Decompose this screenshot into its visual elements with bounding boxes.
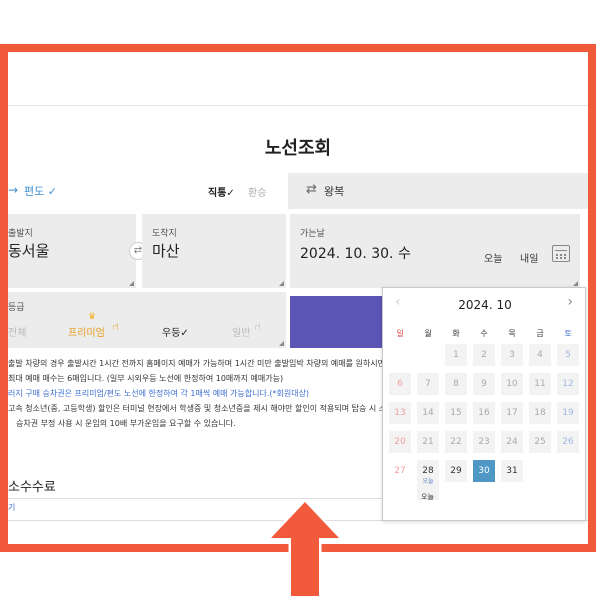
notice-item: 러지 구매 승차권은 프리미엄/편도 노선에 한정하여 각 1매씩 예매 가능합… — [8, 389, 310, 398]
calendar-day: 9 — [473, 373, 495, 395]
grade-field: 등급 전체 ♛ 프리미엄 ⑁ 우등✓ 일반 ⑁ — [8, 292, 286, 348]
search-button[interactable] — [290, 296, 388, 348]
calendar-popup: ‹ 2024. 10 › 일 월 화 수 목 금 토 1 2 3 4 5 6 7 8 9 10 11 12 13 14 1… — [382, 287, 586, 521]
calendar-day: 19 — [557, 402, 579, 424]
swap-icon: ⇄ — [133, 245, 143, 256]
corner-mark-icon — [129, 281, 134, 286]
arrow-right-icon: → — [8, 183, 19, 197]
notice-item: 출발 차량의 경우 출발시간 1시간 전까지 홈페이지 예매가 가능하며 1시간… — [8, 359, 388, 368]
calendar-day: 6 — [389, 373, 411, 395]
weekday-header: 월 — [424, 329, 432, 338]
date-field[interactable]: 가는날 2024. 10. 30. 수 오늘 내일 — [290, 214, 580, 288]
page-title: 노선조회 — [264, 138, 332, 159]
calendar-day: 13 — [389, 402, 411, 424]
weekday-header: 토 — [564, 329, 572, 338]
calendar-day[interactable]: 31 — [501, 460, 523, 482]
weekday-header: 수 — [480, 329, 488, 338]
weekday-header: 목 — [508, 329, 516, 338]
arrow-up-icon — [268, 499, 342, 599]
tab-oneway-label: 편도 ✓ — [24, 185, 57, 198]
screenshot-frame: 노선조회 → 편도 ✓ 직통✓ 환승 ⇄ 왕복 출발지 동서울 ⇄ 도착지 마산… — [0, 44, 596, 552]
calendar-month: 2024. 10 — [458, 298, 512, 312]
calendar-day: 25 — [529, 431, 551, 453]
grade-premium[interactable]: 프리미엄 — [68, 324, 105, 339]
calendar-day: 5 — [557, 344, 579, 366]
calendar-day: 12 — [557, 373, 579, 395]
transfer-option[interactable]: 환승 — [248, 184, 266, 199]
calendar-day: 27 — [389, 460, 411, 482]
departure-caption: 출발지 — [8, 229, 33, 239]
arrival-value: 마산 — [152, 242, 180, 260]
grade-deluxe[interactable]: 우등✓ — [162, 324, 189, 339]
grade-caption: 등급 — [8, 303, 25, 313]
calendar-day: 16 — [473, 402, 495, 424]
crown-icon: ♛ — [88, 312, 97, 322]
calendar-day[interactable]: 29 — [445, 460, 467, 482]
calendar-day: 11 — [529, 373, 551, 395]
weekday-header: 화 — [452, 329, 460, 338]
calendar-day: 26 — [557, 431, 579, 453]
date-caption: 가는날 — [300, 229, 325, 239]
calendar-day: 23 — [473, 431, 495, 453]
calendar-day: 10 — [501, 373, 523, 395]
calendar-day: 18 — [529, 402, 551, 424]
corner-mark-icon — [279, 281, 284, 286]
calendar-icon[interactable] — [552, 245, 570, 262]
arrival-caption: 도착지 — [152, 229, 177, 239]
arrival-field[interactable]: 도착지 마산 — [142, 214, 286, 288]
notice-list: 출발 차량의 경우 출발시간 1시간 전까지 홈페이지 예매가 가능하며 1시간… — [8, 356, 388, 431]
calendar-day: 4 — [529, 344, 551, 366]
date-value: 2024. 10. 30. 수 — [300, 246, 411, 262]
tab-oneway[interactable]: → 편도 ✓ 직통✓ 환승 — [8, 173, 288, 209]
notice-item: 최대 예매 매수는 6매입니다. (일부 시외우등 노선에 한정하여 10매까지… — [8, 374, 284, 383]
calendar-day: 14 — [417, 402, 439, 424]
grade-all[interactable]: 전체 — [8, 324, 26, 339]
calendar-day: 1 — [445, 344, 467, 366]
calendar-day: 15 — [445, 402, 467, 424]
calendar-day: 7 — [417, 373, 439, 395]
calendar-day: 8 — [445, 373, 467, 395]
today-button[interactable]: 오늘 — [484, 250, 502, 265]
calendar-day: 20 — [389, 431, 411, 453]
calendar-day: 22 — [445, 431, 467, 453]
calendar-day-selected[interactable]: 30 — [473, 460, 495, 482]
tab-roundtrip[interactable]: ⇄ 왕복 — [288, 173, 588, 209]
fee-link[interactable]: 기 — [8, 502, 15, 513]
tab-roundtrip-label: 왕복 — [324, 185, 345, 198]
header-divider — [8, 105, 588, 106]
weekday-header: 금 — [536, 329, 544, 338]
departure-field[interactable]: 출발지 동서울 — [8, 214, 136, 288]
corner-mark-icon — [279, 341, 284, 346]
weekday-header: 일 — [396, 329, 404, 338]
calendar-day: 21 — [417, 431, 439, 453]
grade-standard[interactable]: 일반 — [232, 324, 250, 339]
corner-mark-icon — [573, 281, 578, 286]
calendar-day: 17 — [501, 402, 523, 424]
direct-option[interactable]: 직통✓ — [208, 184, 235, 199]
notice-item: 승차권 부정 사용 시 운임의 10배 부가운임을 요구할 수 있습니다. — [16, 419, 236, 428]
swap-arrows-icon: ⇄ — [306, 182, 317, 197]
today-caption: 오늘 — [421, 493, 434, 501]
calendar-day: 24 — [501, 431, 523, 453]
seat-icon: ⑁ — [254, 320, 261, 333]
trip-type-tabs: → 편도 ✓ 직통✓ 환승 ⇄ 왕복 — [8, 173, 588, 209]
fee-title: 소수수료 — [8, 480, 56, 495]
calendar-day: 3 — [501, 344, 523, 366]
tomorrow-button[interactable]: 내일 — [520, 250, 538, 265]
departure-value: 동서울 — [8, 242, 50, 260]
notice-item: 고속 청소년(중, 고등학생) 할인은 터미널 현장에서 학생증 및 청소년증을… — [8, 404, 388, 413]
calendar-day: 2 — [473, 344, 495, 366]
chevron-right-icon[interactable]: › — [567, 294, 573, 310]
seat-icon: ⑁ — [112, 320, 119, 333]
